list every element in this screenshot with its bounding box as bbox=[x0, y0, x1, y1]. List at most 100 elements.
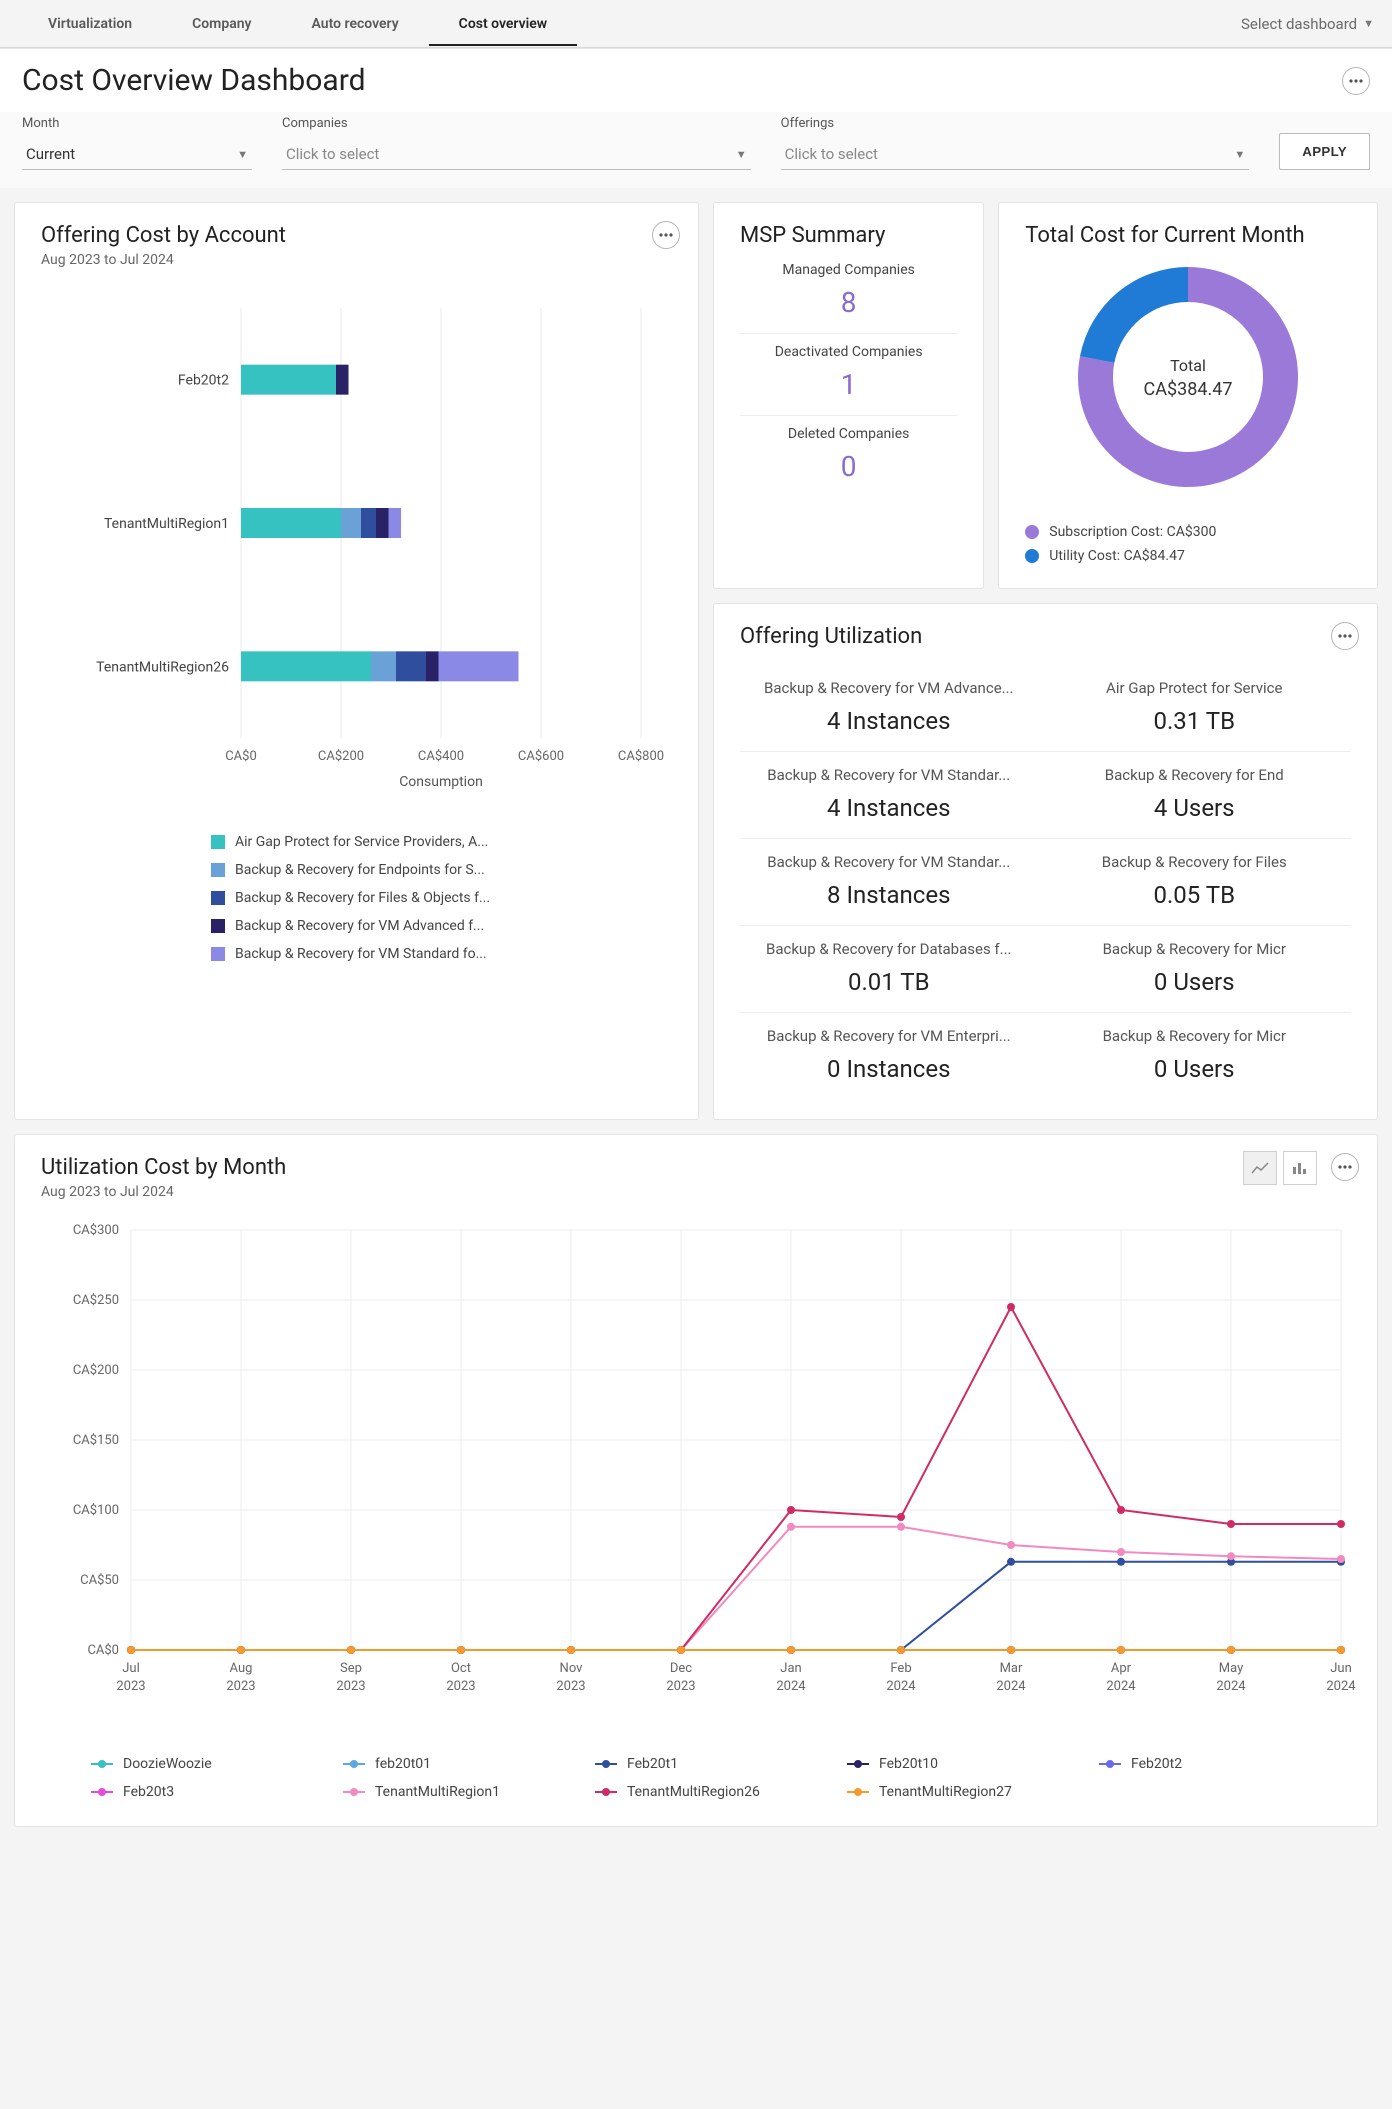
ucm-title: Utilization Cost by Month bbox=[41, 1155, 1351, 1180]
legend-item: Subscription Cost: CA$300 bbox=[1025, 520, 1351, 544]
legend-item: Feb20t10 bbox=[847, 1750, 1099, 1778]
offering-value: 0.31 TB bbox=[1046, 707, 1344, 735]
tab-virtualization[interactable]: Virtualization bbox=[18, 2, 162, 46]
legend-item: Backup & Recovery for VM Advanced f... bbox=[211, 912, 672, 940]
svg-text:Jan: Jan bbox=[780, 1661, 801, 1676]
more-icon bbox=[1338, 1165, 1352, 1169]
legend-item: TenantMultiRegion27 bbox=[847, 1778, 1099, 1806]
apply-button[interactable]: APPLY bbox=[1279, 133, 1370, 170]
offerings-select[interactable]: Click to select ▼ bbox=[781, 137, 1250, 170]
total-cost-title: Total Cost for Current Month bbox=[1025, 223, 1351, 248]
page-title: Cost Overview Dashboard bbox=[22, 63, 366, 98]
tab-company[interactable]: Company bbox=[162, 2, 281, 46]
top-tab-bar: Virtualization Company Auto recovery Cos… bbox=[0, 0, 1392, 48]
ucm-more-button[interactable] bbox=[1331, 1153, 1359, 1181]
offering-name: Backup & Recovery for End bbox=[1046, 766, 1344, 784]
offering-name: Backup & Recovery for Micr bbox=[1046, 1027, 1344, 1045]
month-select[interactable]: Current ▼ bbox=[22, 137, 252, 170]
svg-text:Oct: Oct bbox=[451, 1661, 471, 1676]
total-cost-card: Total Cost for Current Month Total CA$384… bbox=[998, 202, 1378, 589]
tab-cost-overview[interactable]: Cost overview bbox=[429, 2, 577, 46]
offering-utilization-item: Backup & Recovery for VM Enterpri... 0 I… bbox=[740, 1012, 1046, 1099]
svg-text:2023: 2023 bbox=[226, 1679, 255, 1694]
total-cost-legend: Subscription Cost: CA$300Utility Cost: C… bbox=[1025, 520, 1351, 568]
msp-summary-card: MSP Summary Managed Companies 8 Deactiva… bbox=[713, 202, 984, 589]
svg-text:Aug: Aug bbox=[230, 1661, 253, 1676]
svg-text:2024: 2024 bbox=[776, 1679, 806, 1694]
select-dashboard-dropdown[interactable]: Select dashboard ▼ bbox=[1241, 15, 1374, 33]
offerings-label: Offerings bbox=[781, 116, 1250, 131]
svg-text:2024: 2024 bbox=[996, 1679, 1026, 1694]
offering-utilization-more-button[interactable] bbox=[1331, 622, 1359, 650]
offering-cost-title: Offering Cost by Account bbox=[41, 223, 672, 248]
svg-text:CA$384.47: CA$384.47 bbox=[1144, 379, 1233, 400]
offering-name: Backup & Recovery for VM Enterpri... bbox=[740, 1027, 1038, 1045]
offering-value: 4 Instances bbox=[740, 794, 1038, 822]
svg-text:CA$400: CA$400 bbox=[418, 749, 464, 764]
svg-text:2023: 2023 bbox=[116, 1679, 145, 1694]
utilization-cost-card: Utilization Cost by Month Aug 2023 to Ju… bbox=[14, 1134, 1378, 1827]
more-icon bbox=[1338, 634, 1352, 638]
offering-cost-chart: CA$0CA$200CA$400CA$600CA$800ConsumptionF… bbox=[41, 278, 671, 808]
tab-auto-recovery[interactable]: Auto recovery bbox=[282, 2, 429, 46]
ucm-chart: CA$0CA$50CA$100CA$150CA$200CA$250CA$300J… bbox=[41, 1210, 1361, 1730]
svg-text:CA$0: CA$0 bbox=[87, 1643, 119, 1658]
svg-text:CA$50: CA$50 bbox=[80, 1573, 119, 1588]
offering-value: 4 Instances bbox=[740, 707, 1038, 735]
offering-name: Air Gap Protect for Service bbox=[1046, 679, 1344, 697]
offering-name: Backup & Recovery for VM Advance... bbox=[740, 679, 1038, 697]
chevron-down-icon: ▼ bbox=[1234, 148, 1245, 161]
svg-text:Total: Total bbox=[1170, 356, 1206, 375]
offering-name: Backup & Recovery for VM Standar... bbox=[740, 853, 1038, 871]
svg-text:Sep: Sep bbox=[340, 1661, 362, 1676]
svg-text:2024: 2024 bbox=[886, 1679, 916, 1694]
offering-name: Backup & Recovery for Micr bbox=[1046, 940, 1344, 958]
svg-text:Jul: Jul bbox=[122, 1661, 140, 1676]
page-more-button[interactable] bbox=[1342, 67, 1370, 95]
more-icon bbox=[1349, 79, 1363, 83]
offering-cost-card: Offering Cost by Account Aug 2023 to Jul… bbox=[14, 202, 699, 1120]
svg-text:May: May bbox=[1219, 1661, 1243, 1676]
chevron-down-icon: ▼ bbox=[736, 148, 747, 161]
offering-utilization-item: Backup & Recovery for VM Standar... 4 In… bbox=[740, 751, 1046, 838]
offering-utilization-item: Backup & Recovery for Files 0.05 TB bbox=[1046, 838, 1352, 925]
svg-text:Consumption: Consumption bbox=[399, 774, 483, 790]
offering-value: 0 Instances bbox=[740, 1055, 1038, 1083]
offering-utilization-title: Offering Utilization bbox=[740, 624, 1351, 649]
month-label: Month bbox=[22, 116, 252, 131]
svg-text:TenantMultiRegion26: TenantMultiRegion26 bbox=[96, 659, 229, 675]
offering-name: Backup & Recovery for Files bbox=[1046, 853, 1344, 871]
legend-item: Feb20t2 bbox=[1099, 1750, 1351, 1778]
line-chart-toggle[interactable] bbox=[1243, 1151, 1277, 1185]
offering-cost-more-button[interactable] bbox=[652, 221, 680, 249]
offering-name: Backup & Recovery for Databases f... bbox=[740, 940, 1038, 958]
svg-text:CA$250: CA$250 bbox=[73, 1293, 119, 1308]
offering-value: 0.05 TB bbox=[1046, 881, 1344, 909]
bar-chart-toggle[interactable] bbox=[1283, 1151, 1317, 1185]
companies-select[interactable]: Click to select ▼ bbox=[282, 137, 751, 170]
msp-deact-value: 1 bbox=[740, 368, 957, 401]
offering-utilization-card: Offering Utilization Backup & Recovery f… bbox=[713, 603, 1378, 1120]
ucm-subtitle: Aug 2023 to Jul 2024 bbox=[41, 1184, 1351, 1200]
svg-text:Mar: Mar bbox=[1000, 1661, 1023, 1676]
month-value: Current bbox=[26, 145, 75, 163]
svg-text:2023: 2023 bbox=[556, 1679, 585, 1694]
companies-label: Companies bbox=[282, 116, 751, 131]
svg-text:2024: 2024 bbox=[1216, 1679, 1246, 1694]
ucm-legend: DoozieWoozie feb20t01 Feb20t1 Feb20t10 F… bbox=[41, 1750, 1351, 1806]
svg-text:2023: 2023 bbox=[446, 1679, 475, 1694]
offering-utilization-item: Backup & Recovery for VM Advance... 4 In… bbox=[740, 665, 1046, 751]
legend-item: Air Gap Protect for Service Providers, A… bbox=[211, 828, 672, 856]
offering-utilization-item: Backup & Recovery for Databases f... 0.0… bbox=[740, 925, 1046, 1012]
svg-text:Dec: Dec bbox=[670, 1661, 692, 1676]
svg-text:CA$600: CA$600 bbox=[518, 749, 564, 764]
offering-value: 0.01 TB bbox=[740, 968, 1038, 996]
svg-text:CA$800: CA$800 bbox=[618, 749, 664, 764]
svg-text:2023: 2023 bbox=[666, 1679, 695, 1694]
legend-item: Feb20t1 bbox=[595, 1750, 847, 1778]
svg-text:2024: 2024 bbox=[1106, 1679, 1136, 1694]
offering-utilization-item: Air Gap Protect for Service 0.31 TB bbox=[1046, 665, 1352, 751]
offering-name: Backup & Recovery for VM Standar... bbox=[740, 766, 1038, 784]
legend-item: feb20t01 bbox=[343, 1750, 595, 1778]
offering-cost-subtitle: Aug 2023 to Jul 2024 bbox=[41, 252, 672, 268]
